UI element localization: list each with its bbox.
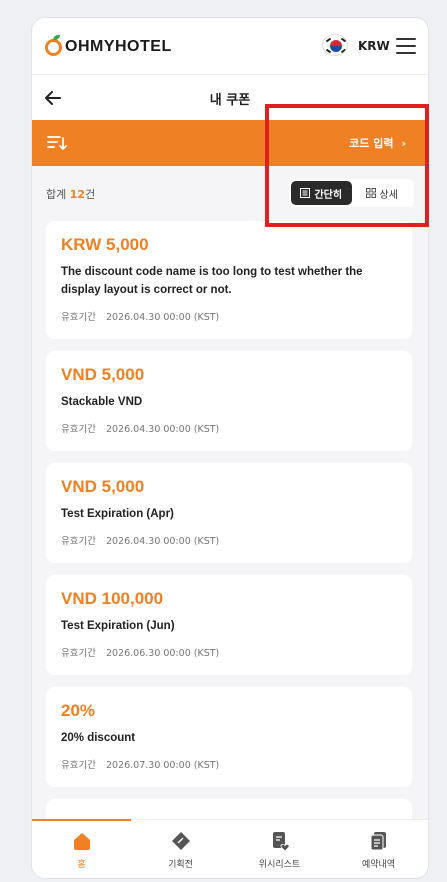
coupon-validity: 유효기간 2026.06.30 00:00 (KST) (61, 648, 220, 659)
home-icon (73, 833, 90, 850)
coupon-amount: VND 5,000 (61, 477, 145, 496)
total-count: 합계 12건 (46, 188, 96, 201)
coupon-amount: 20% (61, 701, 96, 720)
coupon-amount: VND 5,000 (61, 365, 145, 384)
top-bar: OHMYHOTEL KRW (32, 18, 428, 74)
highlight-box (265, 104, 429, 227)
coupon-amount: KRW 5,000 (61, 235, 149, 254)
bottom-navigation: 홈 기획전 위시리스트 예약내역 (32, 819, 428, 878)
brand-logo[interactable]: OHMYHOTEL (45, 34, 172, 58)
coupon-validity: 유효기간 2026.04.30 00:00 (KST) (61, 424, 220, 435)
korea-flag-icon[interactable] (322, 34, 348, 56)
promotion-icon (171, 832, 190, 850)
coupon-card[interactable]: KRW 5,000 The discount code name is too … (46, 221, 412, 339)
brand-name: OHMYHOTEL (65, 38, 172, 55)
bookings-icon (370, 832, 386, 851)
nav-home[interactable]: 홈 (32, 819, 131, 878)
coupon-name: Test Expiration (Apr) (61, 508, 174, 520)
coupon-card[interactable]: VND 100,000 Test Expiration (Jun) 유효기간 20… (46, 575, 412, 675)
nav-wishlist[interactable]: 위시리스트 (230, 820, 329, 878)
coupon-card[interactable]: 20% 20% discount 유효기간 2026.07.30 00:00 (K… (46, 687, 412, 787)
coupon-card[interactable]: VND 5,000 Test Expiration (Apr) 유효기간 2026… (46, 463, 412, 563)
wishlist-icon (272, 832, 290, 852)
coupon-name: Stackable VND (61, 396, 143, 408)
coupon-card[interactable]: VND 5,000 Stackable VND 유효기간 2026.04.30 0… (46, 351, 412, 451)
nav-promotion[interactable]: 기획전 (131, 820, 230, 878)
coupon-amount: VND 100,000 (61, 589, 164, 608)
nav-bookings[interactable]: 예약내역 (329, 820, 428, 878)
coupon-validity: 유효기간 2026.07.30 00:00 (KST) (61, 760, 220, 771)
coupon-count: 12 (69, 188, 86, 201)
logo-mark-icon (45, 34, 62, 56)
coupon-name: 20% discount (61, 732, 136, 744)
hamburger-menu-icon[interactable] (396, 38, 416, 54)
currency-selector[interactable]: KRW (358, 39, 390, 53)
coupon-name: Test Expiration (Jun) (61, 620, 175, 632)
coupon-name: The discount code name is too long to te… (61, 266, 363, 296)
coupon-validity: 유효기간 2026.04.30 00:00 (KST) (61, 536, 220, 547)
coupon-validity: 유효기간 2026.04.30 00:00 (KST) (61, 312, 220, 323)
sort-filter-icon[interactable] (47, 134, 67, 152)
